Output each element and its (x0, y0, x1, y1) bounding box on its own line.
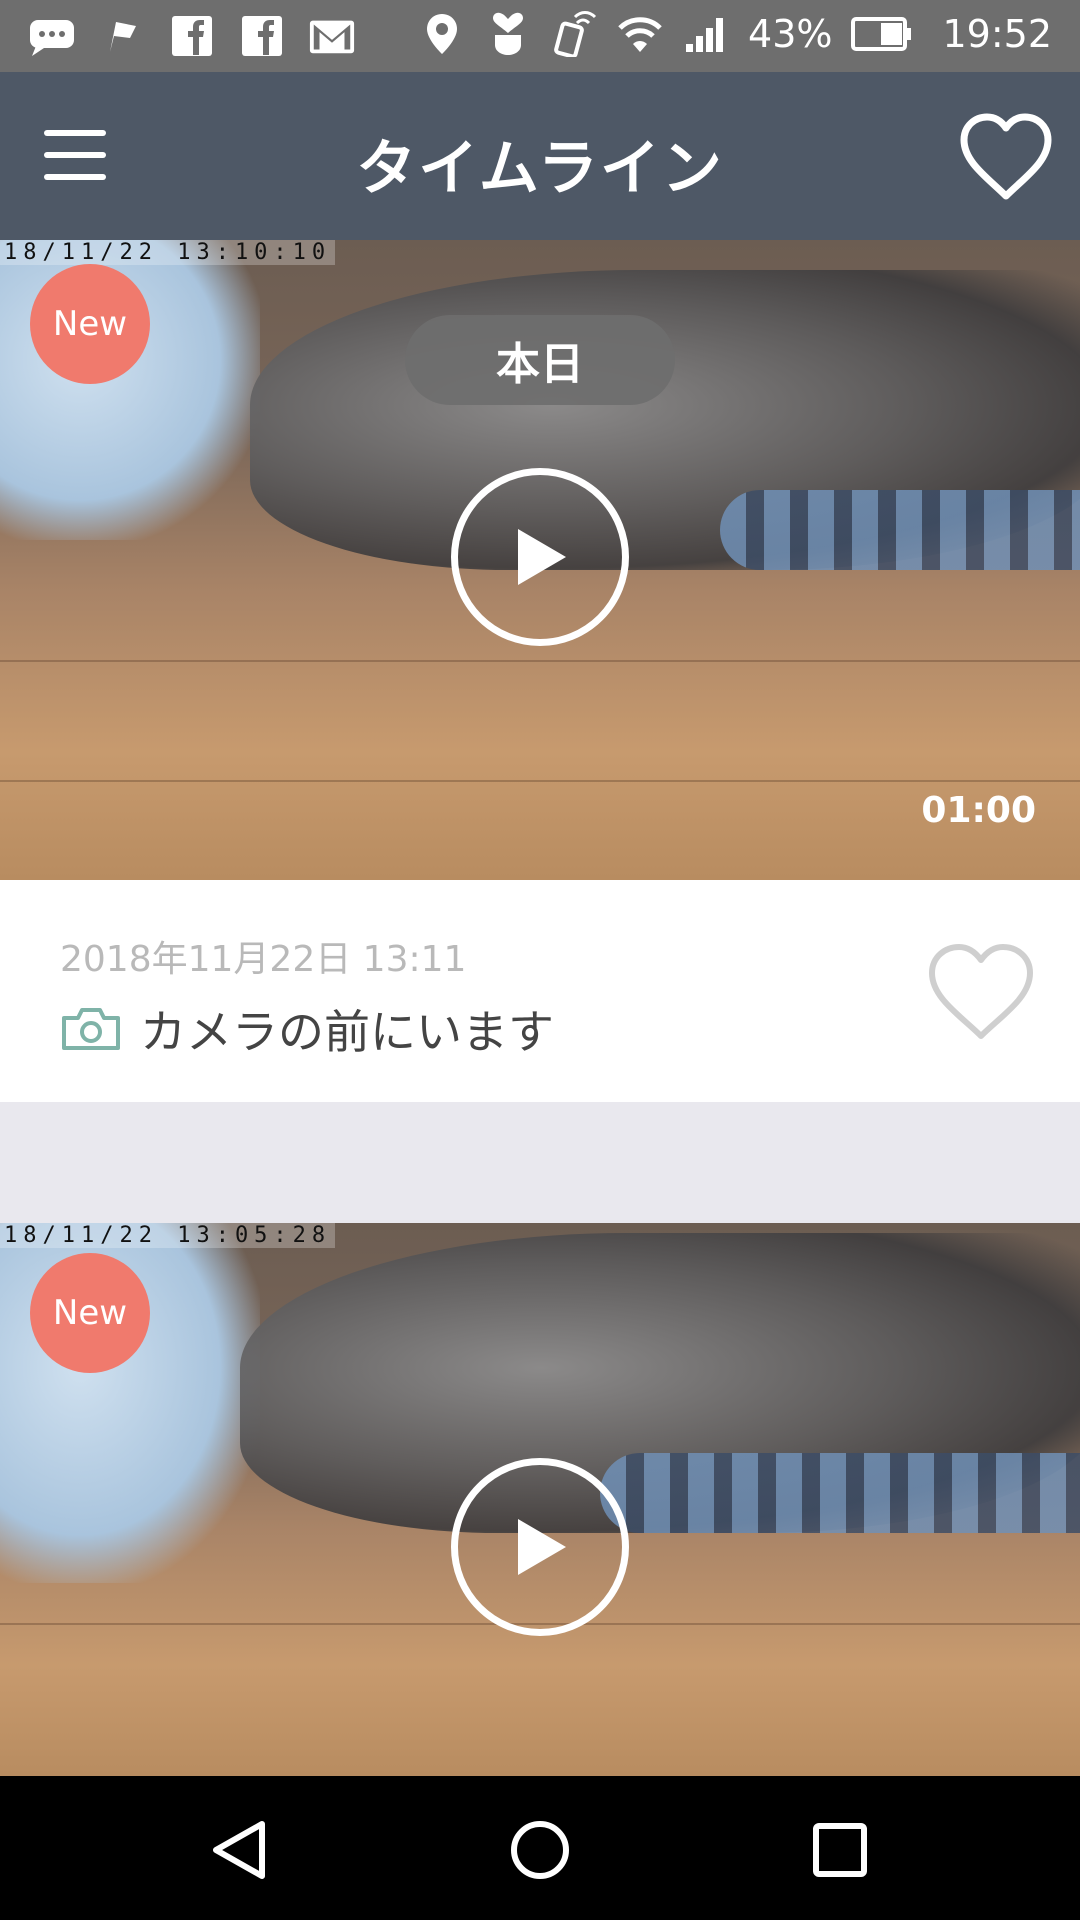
heart-outline-icon (960, 113, 1052, 200)
heart-outline-icon (929, 944, 1033, 1039)
item-date: 2018年11月22日 13:11 (60, 939, 467, 980)
video-thumbnail[interactable]: 18/11/22 13:05:28 New (0, 1223, 1080, 1776)
flag-icon (98, 12, 146, 60)
item-description: カメラの前にいます (140, 1005, 554, 1059)
battery-icon (850, 10, 914, 58)
camera-icon (62, 1008, 120, 1050)
battery-percent: 43% (748, 12, 833, 56)
signal-icon (682, 10, 730, 58)
play-button[interactable] (451, 1458, 629, 1636)
favorite-toggle[interactable] (926, 942, 1036, 1042)
new-badge: New (30, 264, 150, 384)
nfc-icon (550, 10, 598, 58)
play-icon (518, 529, 566, 585)
app-bar: タイムライン (0, 72, 1080, 240)
wifi-icon (616, 10, 664, 58)
recents-icon[interactable] (806, 1816, 874, 1884)
facebook-icon (238, 12, 286, 60)
heart-hand-icon (484, 10, 532, 58)
timeline-item-info[interactable]: 2018年11月22日 13:11 カメラの前にいます (0, 880, 1080, 1102)
status-bar: 43% 19:52 (0, 0, 1080, 72)
system-icons: 43% 19:52 (418, 10, 1052, 58)
notification-icons (28, 12, 356, 60)
gmail-icon (308, 12, 356, 60)
facebook-icon (168, 12, 216, 60)
date-section-label: 本日 (405, 315, 675, 405)
back-icon[interactable] (206, 1816, 274, 1884)
video-timestamp-overlay: 18/11/22 13:10:10 (0, 240, 336, 265)
message-icon (28, 12, 76, 60)
video-timestamp-overlay: 18/11/22 13:05:28 (0, 1223, 336, 1248)
system-nav-bar (0, 1776, 1080, 1920)
location-icon (418, 10, 466, 58)
new-badge: New (30, 1253, 150, 1373)
clock: 19:52 (942, 12, 1052, 56)
home-icon[interactable] (506, 1816, 574, 1884)
favorites-button[interactable] (958, 112, 1054, 202)
page-title: タイムライン (356, 134, 724, 204)
play-button[interactable] (451, 468, 629, 646)
video-duration: 01:00 (921, 790, 1036, 831)
video-thumbnail[interactable]: 18/11/22 13:10:10 New 本日 01:00 (0, 240, 1080, 880)
play-icon (518, 1519, 566, 1575)
